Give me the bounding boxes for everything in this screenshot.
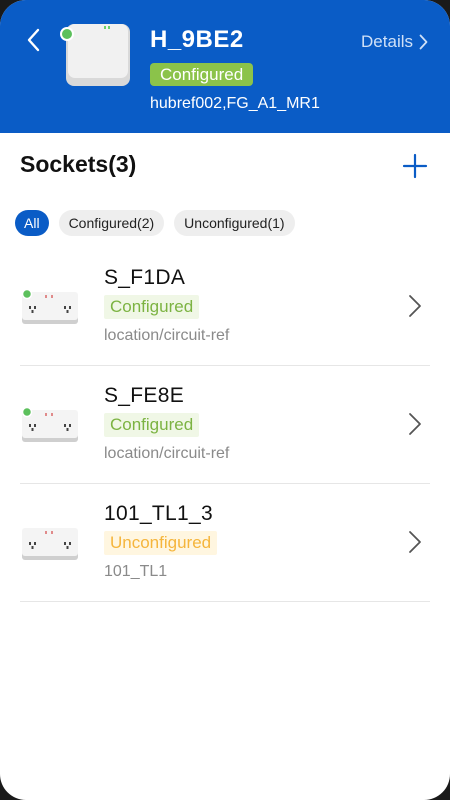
details-label: Details <box>361 32 413 51</box>
section-title: Sockets(3) <box>20 151 137 177</box>
socket-list: S_F1DA Configured location/circuit-ref S… <box>20 248 430 602</box>
hub-status-badge: Configured <box>150 63 254 86</box>
chevron-right-icon <box>409 531 421 553</box>
filter-unconfigured[interactable]: Unconfigured(1) <box>174 210 295 236</box>
socket-status-badge: Configured <box>104 413 200 437</box>
hub-device-image <box>60 24 130 86</box>
back-icon[interactable] <box>22 26 46 54</box>
socket-row[interactable]: 101_TL1_3 Unconfigured 101_TL1 <box>20 484 430 602</box>
details-link[interactable]: Details <box>361 32 428 52</box>
socket-location: location/circuit-ref <box>104 445 230 462</box>
socket-status-badge: Unconfigured <box>104 531 218 555</box>
socket-name: 101_TL1_3 <box>104 502 213 525</box>
filter-all[interactable]: All <box>15 210 49 236</box>
socket-status-badge: Configured <box>104 295 200 319</box>
chevron-right-icon <box>419 34 428 50</box>
socket-device-image <box>21 406 78 442</box>
socket-device-image <box>21 288 78 324</box>
filter-configured[interactable]: Configured(2) <box>58 210 165 236</box>
socket-name: S_F1DA <box>104 266 186 289</box>
socket-device-image <box>22 528 78 560</box>
chevron-right-icon <box>409 413 421 435</box>
socket-location: location/circuit-ref <box>104 327 230 344</box>
hub-name: H_9BE2 <box>150 26 244 53</box>
socket-location: 101_TL1 <box>104 563 168 580</box>
screen: H_9BE2 Details Configured hubref002,FG_A… <box>0 0 450 800</box>
filter-chips: All Configured(2) Unconfigured(1) <box>15 210 295 236</box>
hub-header: H_9BE2 Details Configured hubref002,FG_A… <box>0 0 450 133</box>
hub-reference: hubref002,FG_A1_MR1 <box>150 95 320 112</box>
chevron-right-icon <box>409 295 421 317</box>
socket-row[interactable]: S_F1DA Configured location/circuit-ref <box>20 248 430 366</box>
socket-row[interactable]: S_FE8E Configured location/circuit-ref <box>20 366 430 484</box>
socket-name: S_FE8E <box>104 384 185 407</box>
plus-icon[interactable] <box>402 153 428 179</box>
